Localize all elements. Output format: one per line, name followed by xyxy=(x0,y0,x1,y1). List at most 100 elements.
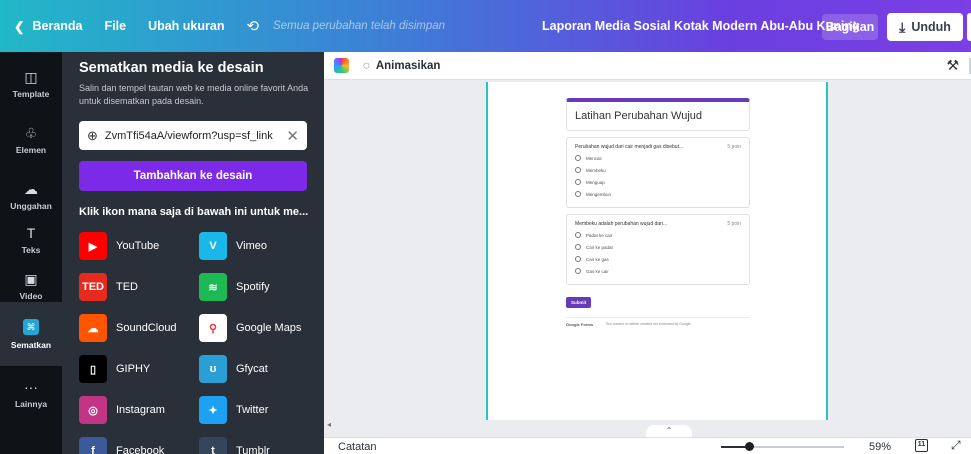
question-text: Membeku adalah perubahan wujud dari... xyxy=(575,221,668,227)
app-label: SoundCloud xyxy=(116,322,177,334)
zoom-slider-handle[interactable] xyxy=(745,442,755,451)
home-button[interactable]: ❮ Beranda xyxy=(14,19,83,34)
design-page[interactable]: Latihan Perubahan Wujud Perubahan wujud … xyxy=(486,82,828,422)
form-option[interactable]: Menguap xyxy=(575,179,741,185)
embed-app-twitter[interactable]: ✦ Twitter xyxy=(199,394,319,426)
option-label: Cair ke gas xyxy=(586,256,609,262)
embed-app-ted[interactable]: TED TED xyxy=(79,271,199,303)
embed-app-tumblr[interactable]: t Tumblr xyxy=(199,435,319,454)
embed-url-input[interactable]: ⊕ ZvmTfi54aA/viewform?usp=sf_link ✕ xyxy=(79,121,307,150)
app-label: Gfycat xyxy=(236,363,268,375)
google-maps-logo-icon: ⚲ xyxy=(199,314,227,342)
embedded-google-form[interactable]: Latihan Perubahan Wujud Perubahan wujud … xyxy=(566,98,750,327)
embed-hint: Klik ikon mana saja di bawah ini untuk m… xyxy=(79,206,309,218)
google-forms-logo: Google Forms xyxy=(566,322,594,327)
radio-icon xyxy=(575,179,581,185)
url-value: ZvmTfi54aA/viewform?usp=sf_link xyxy=(104,129,273,142)
radio-icon xyxy=(575,268,581,274)
embed-panel: Sematkan media ke desain Salin dan tempe… xyxy=(62,52,324,454)
form-disclaimer: This content is neither created nor endo… xyxy=(605,322,692,326)
elements-icon: ♧ xyxy=(24,124,38,141)
app-label: GIPHY xyxy=(116,363,151,375)
form-option[interactable]: Cair ke gas xyxy=(575,256,741,262)
rail-item-elements[interactable]: ♧ Elemen xyxy=(0,108,62,172)
form-option[interactable]: Padat ke cair xyxy=(575,232,741,238)
clear-icon[interactable]: ✕ xyxy=(286,127,299,145)
upload-cloud-icon: ☁ xyxy=(24,180,38,197)
spotify-logo-icon: ≋ xyxy=(199,273,227,301)
file-menu[interactable]: File xyxy=(105,19,127,33)
embed-app-spotify[interactable]: ≋ Spotify xyxy=(199,271,319,303)
form-question: Membeku adalah perubahan wujud dari... 5 … xyxy=(566,214,750,285)
soundcloud-logo-icon: ☁ xyxy=(79,314,107,342)
embed-app-youtube[interactable]: ▶ YouTube xyxy=(79,230,199,262)
more-icon: ··· xyxy=(24,378,38,395)
embed-app-soundcloud[interactable]: ☁ SoundCloud xyxy=(79,312,199,344)
resize-menu[interactable]: Ubah ukuran xyxy=(148,19,224,33)
embed-app-vimeo[interactable]: V Vimeo xyxy=(199,230,319,262)
option-label: Gas ke cair xyxy=(586,268,609,274)
form-option[interactable]: Gas ke cair xyxy=(575,268,741,274)
document-title[interactable]: Laporan Media Sosial Kotak Modern Abu-Ab… xyxy=(542,19,860,33)
scroll-left-icon[interactable]: ◂ xyxy=(327,420,331,429)
rail-label: Template xyxy=(12,88,50,99)
app-label: TED xyxy=(116,281,138,293)
animate-button[interactable]: ◌ Animasikan xyxy=(363,60,440,72)
embed-app-google-maps[interactable]: ⚲ Google Maps xyxy=(199,312,319,344)
app-label: Spotify xyxy=(236,281,270,293)
form-option[interactable]: Cair ke padat xyxy=(575,244,741,250)
undo-icon[interactable]: ⟲ xyxy=(246,17,259,35)
rail-label: Teks xyxy=(21,244,41,255)
question-text: Perubahan wujud dari cair menjadi gas di… xyxy=(575,144,684,150)
download-button[interactable]: ⤓ Unduh xyxy=(887,13,963,41)
app-label: Instagram xyxy=(116,404,165,416)
radio-icon xyxy=(575,244,581,250)
fullscreen-icon[interactable]: ⤢ xyxy=(951,438,961,453)
rail-item-embed[interactable]: ⌘ Sematkan xyxy=(0,302,62,366)
form-title: Latihan Perubahan Wujud xyxy=(566,98,750,131)
embed-app-instagram[interactable]: ◎ Instagram xyxy=(79,394,199,426)
zoom-slider[interactable] xyxy=(721,442,844,451)
app-label: Google Maps xyxy=(236,322,302,334)
gfycat-logo-icon: ʊ xyxy=(199,355,227,383)
video-icon: ▣ xyxy=(24,270,38,287)
design-canvas[interactable]: Latihan Perubahan Wujud Perubahan wujud … xyxy=(324,80,971,431)
radio-icon xyxy=(575,191,581,197)
option-label: Mengembun xyxy=(586,191,612,197)
add-label: Tambahkan ke desain xyxy=(133,170,253,182)
share-button[interactable]: Bagikan xyxy=(822,14,878,40)
embed-app-giphy[interactable]: ▯ GIPHY xyxy=(79,353,199,385)
form-option[interactable]: Mencair xyxy=(575,155,741,161)
notes-button[interactable]: Catatan xyxy=(338,441,377,453)
embed-icon: ⌘ xyxy=(23,318,39,335)
animate-label: Animasikan xyxy=(375,59,441,72)
show-pages-button[interactable]: ⌃ xyxy=(646,425,692,437)
color-picker-icon[interactable] xyxy=(334,58,349,73)
question-points: 5 poin xyxy=(727,221,741,227)
app-label: Facebook xyxy=(116,445,165,454)
page-count-icon[interactable]: 11 xyxy=(915,439,928,452)
app-label: Twitter xyxy=(236,404,269,416)
more-menu-button[interactable] xyxy=(967,13,971,41)
option-label: Cair ke padat xyxy=(586,244,613,250)
ted-logo-icon: TED xyxy=(79,273,107,301)
radio-icon xyxy=(575,232,581,238)
tumblr-logo-icon: t xyxy=(199,437,227,454)
form-submit-button[interactable]: Submit xyxy=(566,297,592,308)
add-to-design-button[interactable]: Tambahkan ke desain xyxy=(79,161,307,191)
vimeo-logo-icon: V xyxy=(199,232,227,260)
question-points: 5 poin xyxy=(727,144,741,150)
form-option[interactable]: Mengembun xyxy=(575,191,741,197)
rail-item-template[interactable]: ◫ Template xyxy=(0,52,62,116)
embed-app-gfycat[interactable]: ʊ Gfycat xyxy=(199,353,319,385)
animate-icon: ◌ xyxy=(363,59,370,72)
youtube-logo-icon: ▶ xyxy=(79,232,107,260)
zoom-level[interactable]: 59% xyxy=(869,441,891,453)
form-option[interactable]: Membeku xyxy=(575,167,741,173)
rail-label: Sematkan xyxy=(10,339,52,350)
rail-item-more[interactable]: ··· Lainnya xyxy=(0,362,62,426)
embed-app-facebook[interactable]: f Facebook xyxy=(79,435,199,454)
paint-roller-icon[interactable]: ⚒ xyxy=(946,57,959,74)
radio-icon xyxy=(575,155,581,161)
chevron-left-icon: ❮ xyxy=(14,19,25,34)
